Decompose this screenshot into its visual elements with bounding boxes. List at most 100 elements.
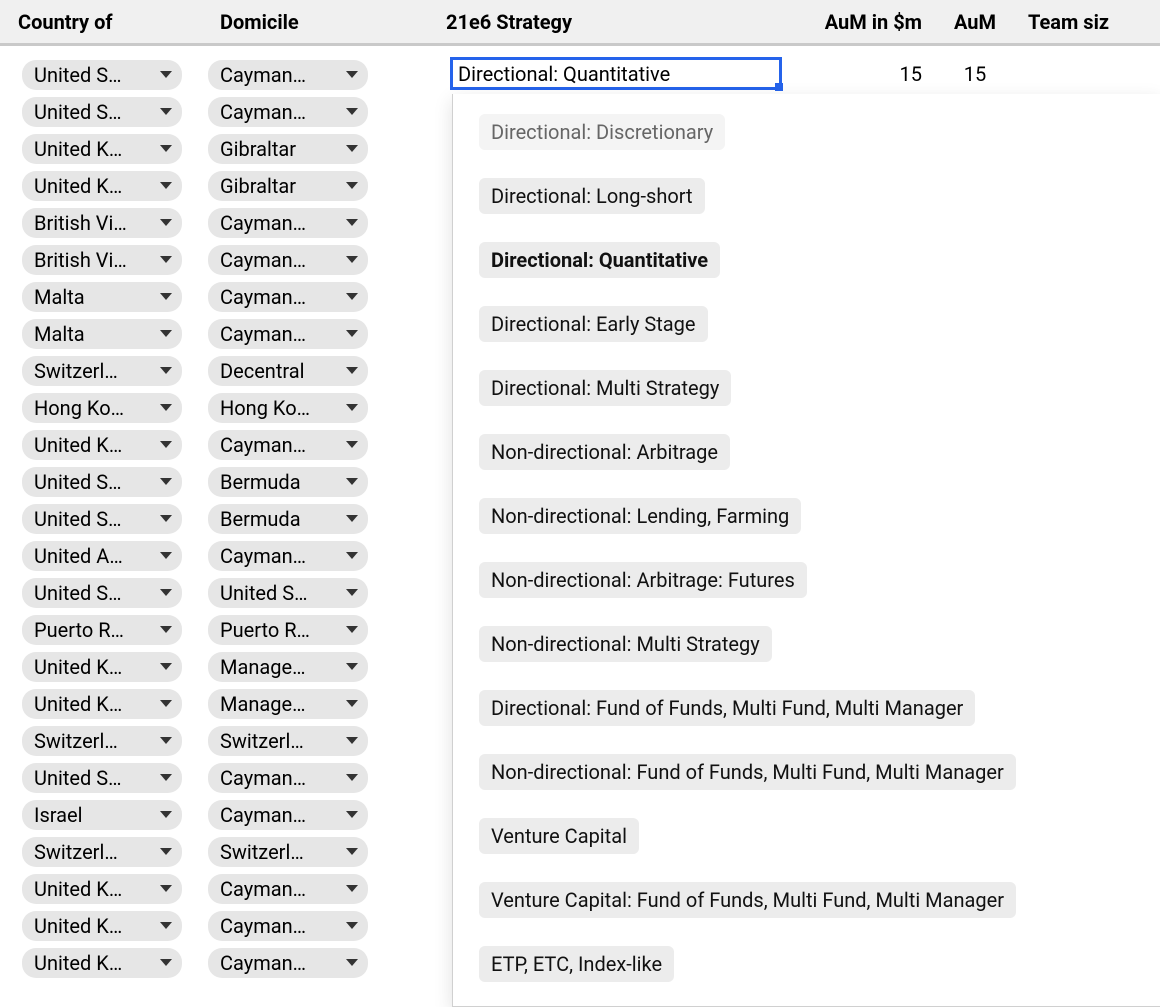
- domicile-select[interactable]: Puerto R…: [208, 615, 368, 645]
- country-select[interactable]: United K…: [22, 171, 182, 201]
- domicile-select[interactable]: Cayman…: [208, 541, 368, 571]
- chevron-down-icon: [160, 478, 172, 485]
- strategy-option[interactable]: Non-directional: Lending, Farming: [479, 498, 801, 534]
- chevron-down-icon: [160, 811, 172, 818]
- chevron-down-icon: [160, 293, 172, 300]
- strategy-option[interactable]: Directional: Fund of Funds, Multi Fund, …: [479, 690, 975, 726]
- domicile-select[interactable]: Gibraltar: [208, 134, 368, 164]
- country-select[interactable]: British Vi…: [22, 208, 182, 238]
- chevron-down-icon: [160, 700, 172, 707]
- header-domicile[interactable]: Domicile: [210, 10, 442, 34]
- header-strategy[interactable]: 21e6 Strategy: [442, 10, 774, 34]
- domicile-select[interactable]: Manage…: [208, 689, 368, 719]
- country-select[interactable]: British Vi…: [22, 245, 182, 275]
- country-select-text: United K…: [34, 914, 122, 938]
- domicile-select[interactable]: Decentral: [208, 356, 368, 386]
- chevron-down-icon: [160, 71, 172, 78]
- cell-aum-m[interactable]: 15: [774, 62, 930, 86]
- strategy-option[interactable]: Directional: Long-short: [479, 178, 705, 214]
- country-select[interactable]: United S…: [22, 578, 182, 608]
- chevron-down-icon: [160, 959, 172, 966]
- domicile-select-text: United S…: [220, 581, 308, 605]
- chevron-down-icon: [346, 404, 358, 411]
- country-select[interactable]: Israel: [22, 800, 182, 830]
- domicile-select[interactable]: Switzerl…: [208, 837, 368, 867]
- strategy-option[interactable]: Directional: Discretionary: [479, 114, 725, 150]
- strategy-option[interactable]: Non-directional: Multi Strategy: [479, 626, 772, 662]
- domicile-select[interactable]: Cayman…: [208, 282, 368, 312]
- country-select-text: United S…: [34, 63, 122, 87]
- country-select[interactable]: Hong Ko…: [22, 393, 182, 423]
- country-select[interactable]: Switzerl…: [22, 356, 182, 386]
- domicile-select-text: Cayman…: [220, 803, 306, 827]
- domicile-select[interactable]: Cayman…: [208, 97, 368, 127]
- strategy-option[interactable]: Directional: Early Stage: [479, 306, 708, 342]
- country-select[interactable]: Malta: [22, 319, 182, 349]
- country-select[interactable]: Switzerl…: [22, 726, 182, 756]
- country-select[interactable]: United S…: [22, 97, 182, 127]
- domicile-select[interactable]: United S…: [208, 578, 368, 608]
- domicile-select[interactable]: Gibraltar: [208, 171, 368, 201]
- cell-aum[interactable]: 15: [930, 62, 1020, 86]
- domicile-select[interactable]: Cayman…: [208, 800, 368, 830]
- domicile-select[interactable]: Cayman…: [208, 911, 368, 941]
- strategy-option[interactable]: Non-directional: Arbitrage: Futures: [479, 562, 807, 598]
- domicile-select[interactable]: Cayman…: [208, 430, 368, 460]
- header-aum-m[interactable]: AuM in $m: [774, 10, 930, 34]
- chevron-down-icon: [160, 774, 172, 781]
- country-select[interactable]: United S…: [22, 467, 182, 497]
- strategy-option[interactable]: Non-directional: Arbitrage: [479, 434, 730, 470]
- domicile-select-text: Bermuda: [220, 470, 301, 494]
- header-team[interactable]: Team siz: [1020, 10, 1160, 34]
- country-select[interactable]: United S…: [22, 763, 182, 793]
- chevron-down-icon: [160, 663, 172, 670]
- chevron-down-icon: [346, 774, 358, 781]
- domicile-select[interactable]: Cayman…: [208, 874, 368, 904]
- strategy-option[interactable]: ETP, ETC, Index-like: [479, 946, 674, 982]
- chevron-down-icon: [160, 848, 172, 855]
- domicile-select[interactable]: Cayman…: [208, 319, 368, 349]
- domicile-select[interactable]: Switzerl…: [208, 726, 368, 756]
- chevron-down-icon: [160, 330, 172, 337]
- domicile-select[interactable]: Cayman…: [208, 208, 368, 238]
- country-select[interactable]: United A…: [22, 541, 182, 571]
- country-select[interactable]: Malta: [22, 282, 182, 312]
- chevron-down-icon: [346, 182, 358, 189]
- domicile-select[interactable]: Cayman…: [208, 245, 368, 275]
- domicile-select[interactable]: Hong Ko…: [208, 393, 368, 423]
- domicile-select[interactable]: Bermuda: [208, 467, 368, 497]
- country-select[interactable]: United K…: [22, 134, 182, 164]
- header-aum[interactable]: AuM: [930, 10, 1020, 34]
- domicile-select[interactable]: Cayman…: [208, 948, 368, 978]
- country-select[interactable]: Puerto R…: [22, 615, 182, 645]
- strategy-option[interactable]: Venture Capital: Fund of Funds, Multi Fu…: [479, 882, 1016, 918]
- domicile-select[interactable]: Cayman…: [208, 60, 368, 90]
- country-select[interactable]: United K…: [22, 948, 182, 978]
- strategy-selected-cell[interactable]: Directional: Quantitative: [450, 57, 782, 90]
- domicile-select[interactable]: Bermuda: [208, 504, 368, 534]
- chevron-down-icon: [346, 293, 358, 300]
- country-select-text: United K…: [34, 877, 122, 901]
- strategy-option[interactable]: Directional: Quantitative: [479, 242, 720, 278]
- strategy-option[interactable]: Non-directional: Fund of Funds, Multi Fu…: [479, 754, 1016, 790]
- country-select[interactable]: United K…: [22, 689, 182, 719]
- domicile-select-text: Cayman…: [220, 248, 306, 272]
- country-select-text: Switzerl…: [34, 840, 118, 864]
- domicile-select[interactable]: Cayman…: [208, 763, 368, 793]
- header-country[interactable]: Country of: [0, 10, 210, 34]
- table-header: Country of Domicile 21e6 Strategy AuM in…: [0, 0, 1160, 46]
- country-select[interactable]: United K…: [22, 652, 182, 682]
- country-select[interactable]: United K…: [22, 874, 182, 904]
- country-select-text: United K…: [34, 174, 122, 198]
- domicile-select[interactable]: Manage…: [208, 652, 368, 682]
- domicile-select-text: Cayman…: [220, 100, 306, 124]
- country-select[interactable]: United K…: [22, 911, 182, 941]
- country-select[interactable]: United S…: [22, 60, 182, 90]
- country-select[interactable]: United K…: [22, 430, 182, 460]
- country-select[interactable]: United S…: [22, 504, 182, 534]
- chevron-down-icon: [160, 552, 172, 559]
- country-select[interactable]: Switzerl…: [22, 837, 182, 867]
- strategy-option[interactable]: Directional: Multi Strategy: [479, 370, 731, 406]
- strategy-option[interactable]: Venture Capital: [479, 818, 639, 854]
- domicile-select-text: Decentral: [220, 359, 305, 383]
